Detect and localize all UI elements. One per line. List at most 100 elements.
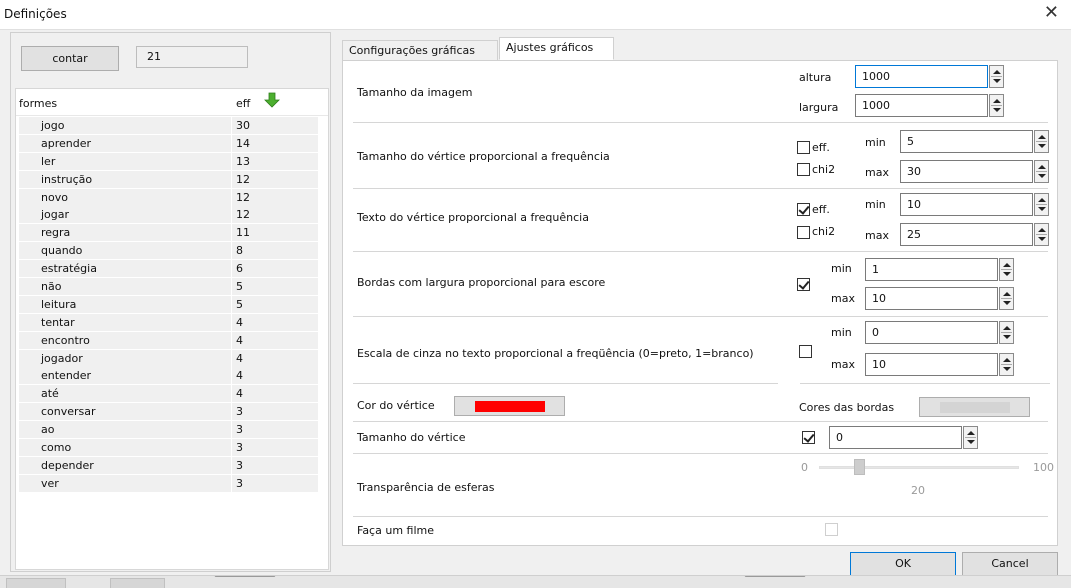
list-item[interactable]: conversar 3: [16, 403, 328, 421]
form-cell: ao: [19, 421, 231, 439]
list-item[interactable]: aprender 14: [16, 134, 328, 153]
eff-cell: 12: [232, 206, 318, 224]
form-cell: jogo: [19, 117, 231, 134]
form-list[interactable]: formes eff jogo 30 aprender 14 ler 13 instruçã…: [15, 88, 329, 570]
gray-scale-max-input[interactable]: 10: [865, 353, 998, 376]
divider: [353, 421, 1048, 422]
list-item[interactable]: leitura 5: [16, 295, 328, 314]
vertex-text-eff-label: eff.: [812, 203, 830, 216]
form-cell: regra: [19, 224, 231, 242]
gray-scale-checkbox[interactable]: [799, 345, 812, 358]
vertex-size-min-spinner[interactable]: [1034, 130, 1049, 153]
list-item[interactable]: estratégia 6: [16, 260, 328, 278]
list-item[interactable]: tentar 4: [16, 313, 328, 332]
list-item[interactable]: regra 11: [16, 224, 328, 242]
largura-spinner[interactable]: [989, 94, 1004, 117]
form-cell: entender: [19, 367, 231, 385]
eff-cell: 11: [232, 224, 318, 242]
tab-configuracoes-graficas[interactable]: Configurações gráficas: [342, 40, 498, 60]
close-icon[interactable]: ✕: [1044, 3, 1059, 23]
list-item[interactable]: entender 4: [16, 367, 328, 385]
divider: [353, 188, 1048, 189]
altura-input[interactable]: 1000: [855, 65, 988, 88]
eff-cell: 3: [232, 439, 318, 457]
transparency-max-label: 100: [1033, 461, 1054, 474]
edge-colors-button[interactable]: [919, 397, 1030, 417]
vertex-size-eff-label: eff.: [812, 141, 830, 154]
make-movie-checkbox[interactable]: [825, 523, 838, 536]
eff-cell: 4: [232, 385, 318, 403]
form-cell: ler: [19, 152, 231, 170]
list-item[interactable]: ver 3: [16, 474, 328, 493]
tab-ajustes-graficos[interactable]: Ajustes gráficos: [499, 37, 614, 60]
eff-cell: 4: [232, 313, 318, 331]
transparency-slider-thumb[interactable]: [854, 459, 865, 475]
gray-scale-min-input[interactable]: 0: [865, 321, 998, 344]
vertex-text-min-input[interactable]: 10: [900, 193, 1033, 216]
list-item[interactable]: instrução 12: [16, 170, 328, 189]
list-item[interactable]: jogador 4: [16, 349, 328, 368]
edge-width-max-spinner[interactable]: [999, 287, 1014, 310]
vertex-size-min-input[interactable]: 5: [900, 130, 1033, 153]
form-cell: depender: [19, 456, 231, 474]
column-header-eff[interactable]: eff: [236, 97, 250, 110]
sort-down-arrow-icon: [264, 92, 280, 108]
column-header-formes[interactable]: formes: [19, 97, 57, 110]
list-item[interactable]: jogar 12: [16, 206, 328, 224]
gray-scale-max-label: max: [831, 358, 855, 371]
largura-input[interactable]: 1000: [855, 94, 988, 117]
word-frequency-panel: contar 21 formes eff jogo 30 aprender 14 ler…: [10, 32, 331, 572]
window-title: Definições: [4, 7, 67, 21]
vertex-text-max-input[interactable]: 25: [900, 223, 1033, 246]
vertex-size-spinner[interactable]: [963, 426, 978, 449]
vertex-size-chi2-checkbox[interactable]: [797, 163, 810, 176]
vertex-text-max-label: max: [865, 229, 889, 242]
eff-cell: 3: [232, 403, 318, 421]
count-button[interactable]: contar: [21, 46, 119, 71]
vertex-color-swatch: [475, 401, 545, 412]
eff-cell: 4: [232, 331, 318, 349]
make-movie-label: Faça um filme: [357, 524, 434, 537]
list-item[interactable]: novo 12: [16, 188, 328, 207]
edge-width-max-label: max: [831, 292, 855, 305]
edge-width-label: Bordas com largura proporcional para esc…: [357, 276, 606, 289]
vertex-text-eff-checkbox[interactable]: [797, 203, 810, 216]
vertex-color-button[interactable]: [454, 396, 565, 416]
vertex-text-min-label: min: [865, 198, 886, 211]
cancel-button[interactable]: Cancel: [962, 552, 1058, 576]
edge-width-max-input[interactable]: 10: [865, 287, 998, 310]
gray-scale-max-spinner[interactable]: [999, 353, 1014, 376]
list-item[interactable]: como 3: [16, 439, 328, 457]
edge-width-checkbox[interactable]: [797, 278, 810, 291]
list-item[interactable]: ao 3: [16, 421, 328, 439]
list-item[interactable]: ler 13: [16, 152, 328, 171]
vertex-text-chi2-checkbox[interactable]: [797, 226, 810, 239]
vertex-size-input[interactable]: 0: [829, 426, 962, 449]
eff-cell: 13: [232, 152, 318, 170]
vertex-text-chi2-label: chi2: [812, 225, 836, 238]
eff-cell: 3: [232, 456, 318, 474]
list-item[interactable]: não 5: [16, 278, 328, 296]
vertex-text-min-spinner[interactable]: [1034, 193, 1049, 216]
list-item[interactable]: depender 3: [16, 456, 328, 475]
vertex-text-max-spinner[interactable]: [1034, 223, 1049, 246]
edge-width-min-input[interactable]: 1: [865, 258, 998, 281]
list-item[interactable]: até 4: [16, 385, 328, 403]
ok-button[interactable]: OK: [850, 552, 956, 576]
eff-cell: 5: [232, 278, 318, 296]
transparency-slider-track[interactable]: [819, 466, 1019, 469]
list-rows: jogo 30 aprender 14 ler 13 instrução 12 novo 12 jo…: [16, 117, 328, 493]
vertex-size-checkbox[interactable]: [802, 431, 815, 444]
form-cell: leitura: [19, 295, 231, 313]
vertex-size-max-spinner[interactable]: [1034, 160, 1049, 183]
list-item[interactable]: jogo 30: [16, 117, 328, 135]
altura-spinner[interactable]: [989, 65, 1004, 88]
vertex-size-max-label: max: [865, 166, 889, 179]
divider: [353, 251, 1048, 252]
vertex-size-eff-checkbox[interactable]: [797, 141, 810, 154]
gray-scale-min-spinner[interactable]: [999, 321, 1014, 344]
edge-width-min-spinner[interactable]: [999, 258, 1014, 281]
list-item[interactable]: quando 8: [16, 242, 328, 260]
vertex-size-max-input[interactable]: 30: [900, 160, 1033, 183]
list-item[interactable]: encontro 4: [16, 331, 328, 350]
